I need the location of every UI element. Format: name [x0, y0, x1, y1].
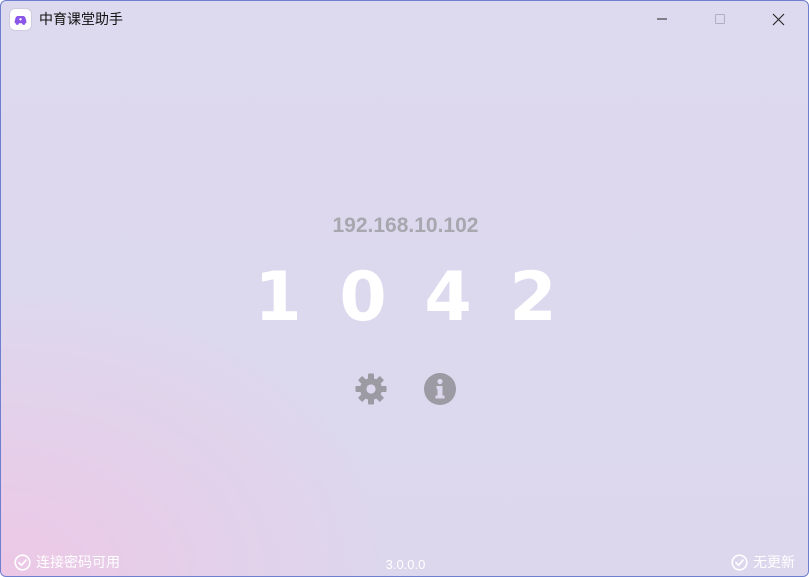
- info-button[interactable]: [422, 371, 458, 407]
- info-icon: [424, 373, 456, 405]
- close-icon: [772, 13, 784, 25]
- minimize-icon: [657, 18, 667, 20]
- gear-icon: [355, 373, 387, 405]
- app-window: 中育课堂助手 192.168.10.102 1 0 4 2 连接密码可用 3.0…: [0, 0, 809, 577]
- check-circle-icon: [731, 553, 748, 571]
- settings-button[interactable]: [353, 371, 389, 407]
- action-icons: [1, 371, 808, 407]
- connection-code: 1 0 4 2: [1, 256, 808, 340]
- code-digit: 1: [254, 258, 302, 337]
- ip-address: 192.168.10.102: [332, 214, 479, 237]
- maximize-icon: [715, 14, 725, 24]
- title-bar[interactable]: 中育课堂助手: [1, 1, 808, 39]
- window-title: 中育课堂助手: [39, 12, 123, 28]
- code-digit: 4: [424, 258, 472, 337]
- update-status-label: 无更新: [753, 555, 795, 571]
- code-digit: 2: [509, 258, 557, 337]
- version-label: 3.0.0.0: [385, 557, 426, 572]
- close-button[interactable]: [749, 1, 807, 37]
- update-status: 无更新: [731, 552, 795, 572]
- minimize-button[interactable]: [633, 1, 691, 37]
- purple-car-logo-icon: [10, 9, 31, 30]
- maximize-button[interactable]: [691, 1, 749, 37]
- code-digit: 0: [339, 258, 387, 337]
